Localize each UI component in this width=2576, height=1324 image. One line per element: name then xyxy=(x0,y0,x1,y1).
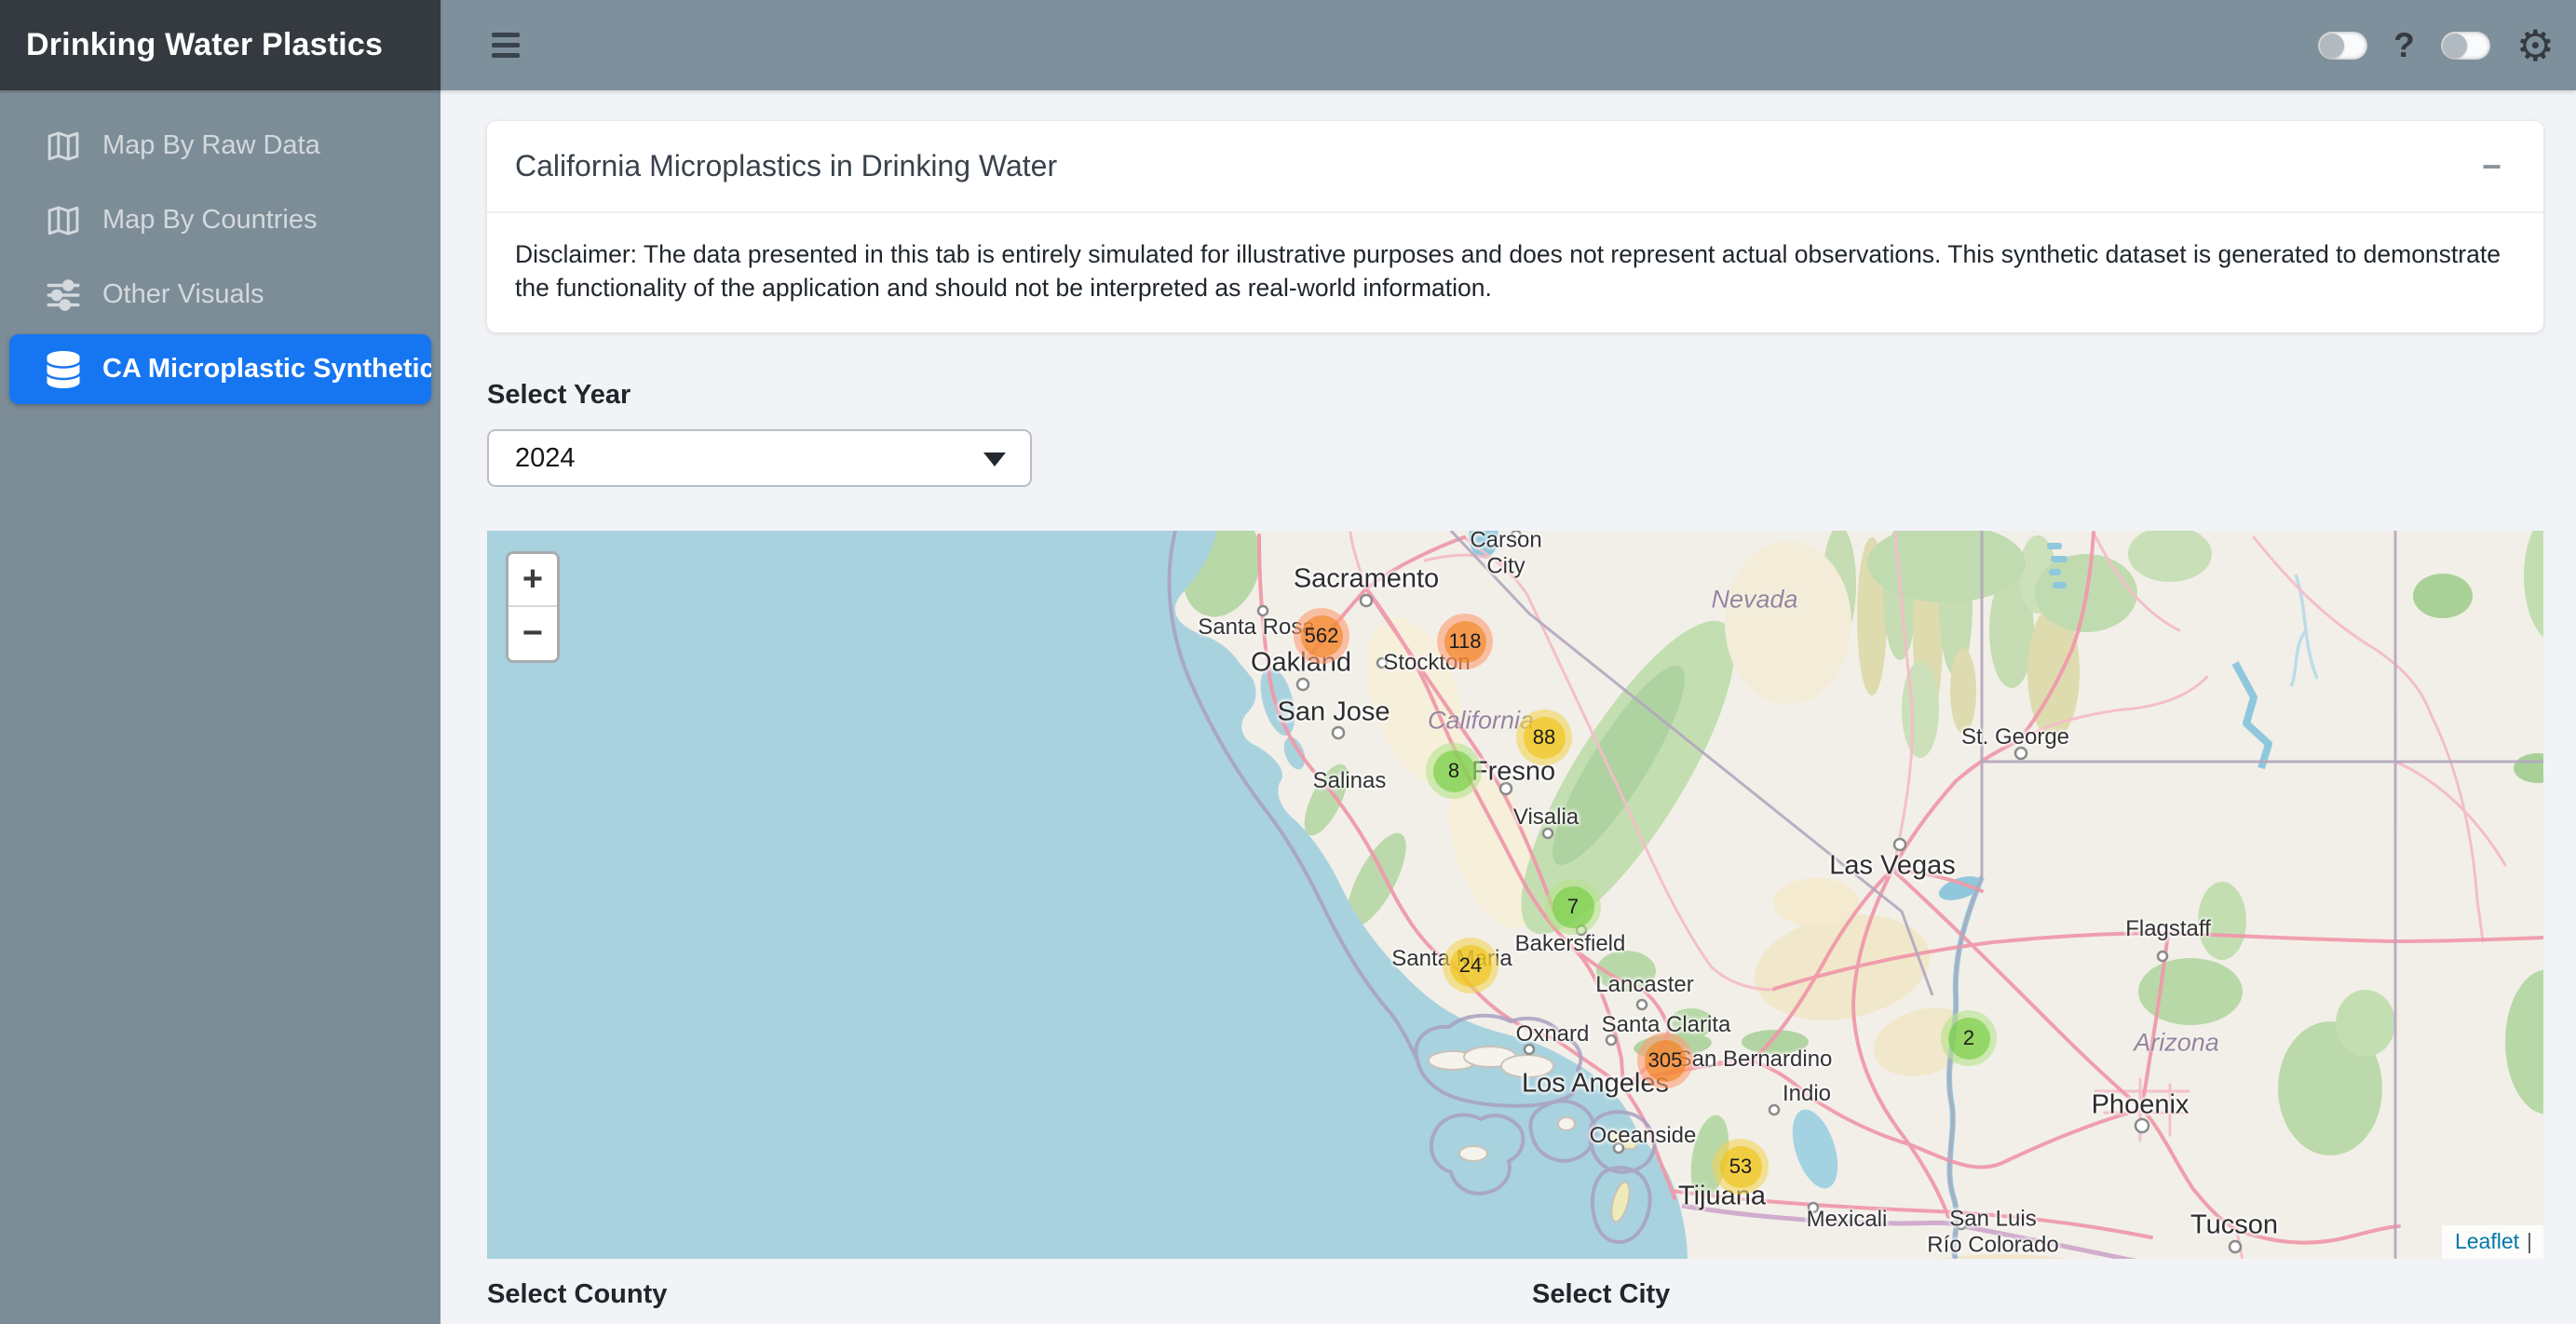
map-label: Tucson xyxy=(2190,1209,2278,1240)
cluster-count: 88 xyxy=(1533,725,1555,750)
settings-gear-icon[interactable]: ⚙ xyxy=(2516,24,2555,67)
select-city-label: Select City xyxy=(1532,1279,1670,1309)
map-icon xyxy=(43,200,84,241)
sidebar-item-label: Map By Countries xyxy=(102,205,318,236)
sidebar-item-label: Map By Raw Data xyxy=(102,130,320,161)
map-label: Nevada xyxy=(1711,586,1797,615)
toggle-switch-settings[interactable] xyxy=(2441,32,2490,60)
cluster-count: 562 xyxy=(1305,624,1339,648)
bottom-selects-row: Select County Select City xyxy=(487,1279,2543,1310)
toggle-switch-help[interactable] xyxy=(2318,32,2367,60)
map-label: San Luis Río Colorado xyxy=(1927,1206,2058,1257)
cluster-count: 24 xyxy=(1459,953,1482,978)
help-icon[interactable]: ? xyxy=(2393,26,2415,65)
cluster-marker[interactable]: 2 xyxy=(1941,1010,1997,1066)
map-label: Salinas xyxy=(1313,768,1387,794)
year-select-group: Select Year 2024 xyxy=(487,380,2543,487)
map-label: Flagstaff xyxy=(2125,916,2211,942)
map-icon xyxy=(43,126,84,167)
cluster-marker[interactable]: 118 xyxy=(1437,614,1493,669)
cluster-marker[interactable]: 88 xyxy=(1516,709,1572,765)
leaflet-attribution-link[interactable]: Leaflet xyxy=(2455,1229,2519,1253)
app-title: Drinking Water Plastics xyxy=(26,27,383,63)
map-label: Las Vegas xyxy=(1829,850,1955,881)
map-viewport[interactable]: Carson CitySacramentoSanta RosaOaklandSt… xyxy=(487,531,2543,1259)
year-select[interactable]: 2024 xyxy=(487,429,1032,487)
map-zoom-control: + − xyxy=(506,551,560,663)
cluster-count: 118 xyxy=(1448,629,1481,654)
map-label: San Jose xyxy=(1278,696,1390,727)
top-navbar: ? ⚙ xyxy=(441,0,2576,90)
sidebar-item-label: Other Visuals xyxy=(102,279,264,310)
cluster-marker[interactable]: 24 xyxy=(1443,938,1498,993)
cluster-marker[interactable]: 305 xyxy=(1637,1033,1693,1088)
collapse-minus-button[interactable]: − xyxy=(2482,150,2501,183)
cluster-marker[interactable]: 8 xyxy=(1426,743,1482,799)
sidebar-item-map-by-raw-data[interactable]: Map By Raw Data xyxy=(9,111,431,181)
database-icon xyxy=(43,349,84,390)
sidebar: Drinking Water Plastics Map By Raw Data … xyxy=(0,0,441,1324)
card-title: California Microplastics in Drinking Wat… xyxy=(515,149,1057,183)
map-label: Mexicali xyxy=(1807,1207,1888,1233)
map-label: Bakersfield xyxy=(1515,931,1626,957)
map-canvas-overlay: Carson CitySacramentoSanta RosaOaklandSt… xyxy=(487,531,2543,1259)
cluster-count: 7 xyxy=(1567,895,1579,919)
map-label: Carson City xyxy=(1470,531,1541,579)
map-label: Visalia xyxy=(1513,804,1579,831)
map-label: Indio xyxy=(1783,1081,1831,1107)
sliders-icon xyxy=(43,275,84,316)
map-attribution: Leaflet | xyxy=(2442,1225,2543,1259)
card-header: California Microplastics in Drinking Wat… xyxy=(487,121,2543,213)
sidebar-item-other-visuals[interactable]: Other Visuals xyxy=(9,260,431,330)
cluster-count: 305 xyxy=(1648,1048,1683,1073)
map-label: Sacramento xyxy=(1294,563,1439,594)
attribution-separator: | xyxy=(2527,1229,2532,1253)
cluster-count: 53 xyxy=(1729,1155,1752,1179)
zoom-in-button[interactable]: + xyxy=(508,554,557,607)
map-label: Oceanside xyxy=(1590,1123,1697,1149)
map-label: Oxnard xyxy=(1516,1021,1590,1047)
toggle-knob xyxy=(2320,34,2344,58)
cluster-marker[interactable]: 53 xyxy=(1713,1139,1769,1195)
disclaimer-text: Disclaimer: The data presented in this t… xyxy=(515,237,2515,304)
select-county-label: Select County xyxy=(487,1279,667,1309)
sidebar-item-ca-microplastic-synthetic-data[interactable]: CA Microplastic Synthetic Da xyxy=(9,334,431,404)
map-label: St. George xyxy=(1961,724,2069,750)
year-select-value: 2024 xyxy=(515,443,576,474)
cluster-marker[interactable]: 562 xyxy=(1294,608,1349,664)
toggle-knob xyxy=(2443,34,2467,58)
sidebar-item-label: CA Microplastic Synthetic Da xyxy=(102,354,431,385)
zoom-out-button[interactable]: − xyxy=(508,607,557,660)
sidebar-menu: Map By Raw Data Map By Countries Other V… xyxy=(0,111,441,404)
hamburger-menu-icon[interactable] xyxy=(492,33,520,58)
chevron-down-icon xyxy=(983,453,1006,466)
cluster-count: 8 xyxy=(1448,759,1459,783)
info-card: California Microplastics in Drinking Wat… xyxy=(487,121,2543,332)
card-body: Disclaimer: The data presented in this t… xyxy=(487,213,2543,332)
app-brand: Drinking Water Plastics xyxy=(0,0,441,90)
sidebar-item-map-by-countries[interactable]: Map By Countries xyxy=(9,185,431,255)
map-label: Phoenix xyxy=(2092,1089,2190,1120)
main-content: California Microplastics in Drinking Wat… xyxy=(441,90,2576,1324)
map-label: Lancaster xyxy=(1595,972,1693,998)
map-label: San Bernardino xyxy=(1677,1047,1833,1073)
map-label: Arizona xyxy=(2134,1029,2219,1058)
cluster-marker[interactable]: 7 xyxy=(1545,879,1601,935)
select-year-label: Select Year xyxy=(487,380,2543,411)
cluster-count: 2 xyxy=(1963,1026,1974,1050)
